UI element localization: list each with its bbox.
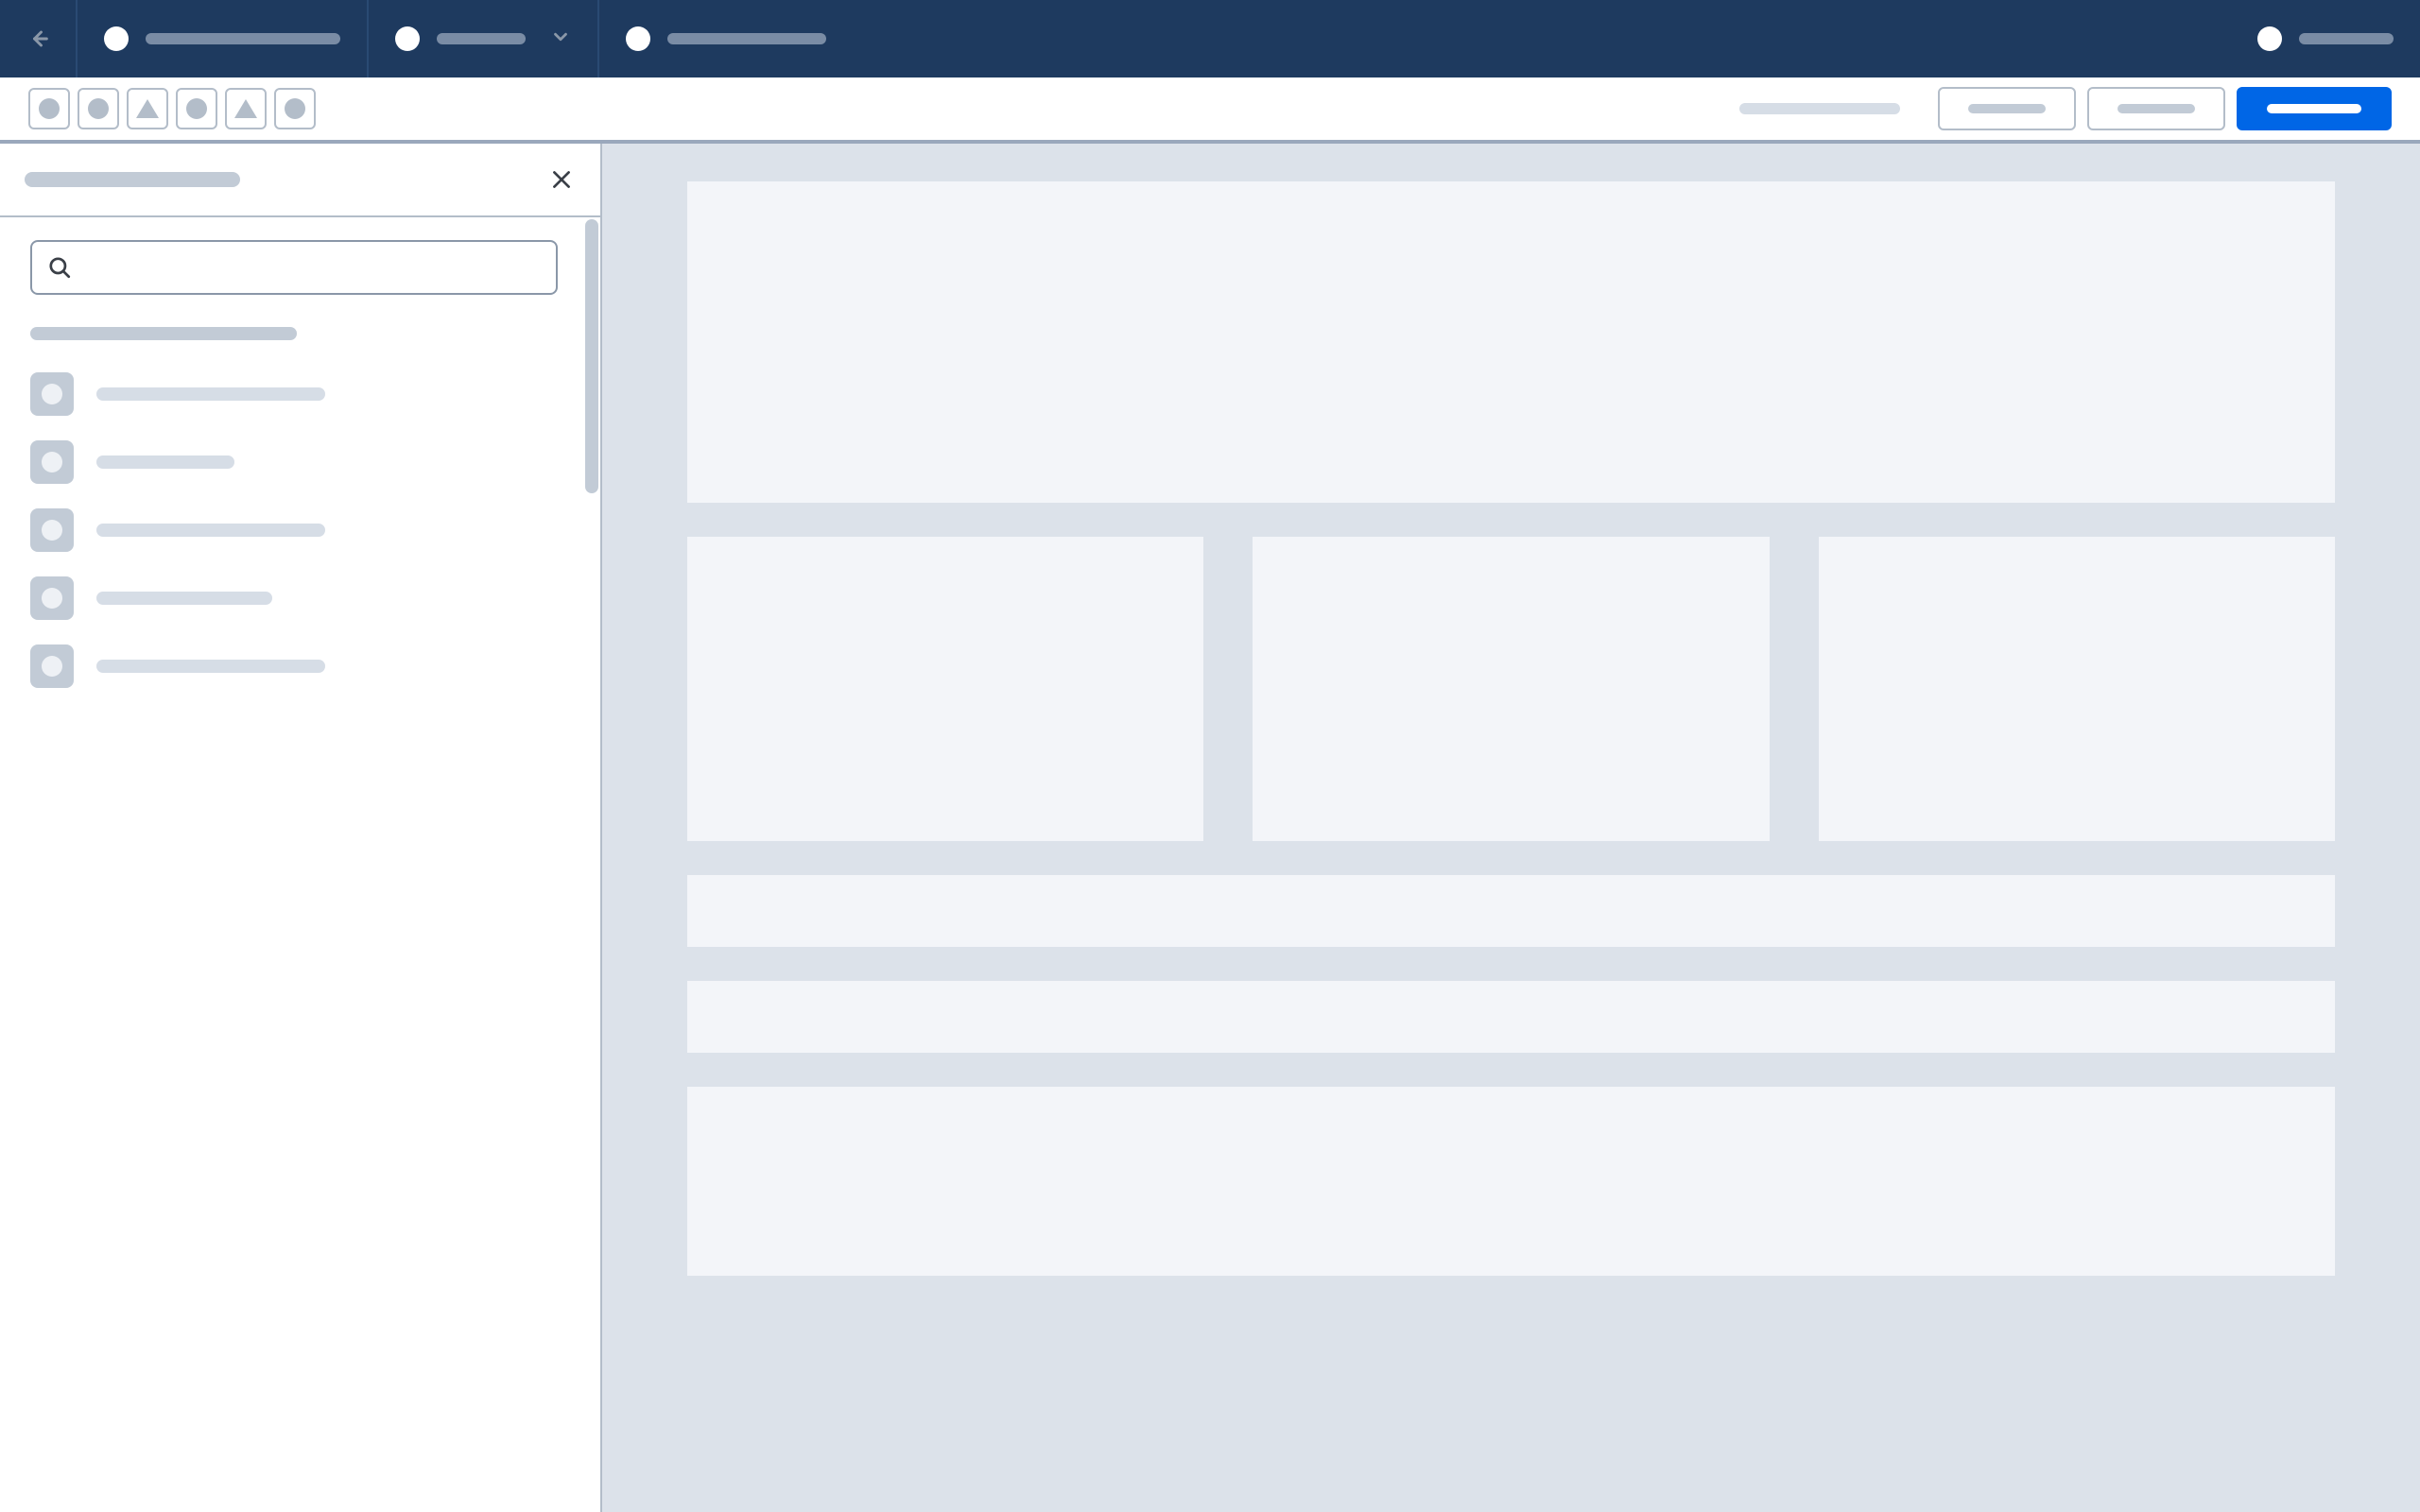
hero-card — [687, 181, 2335, 503]
toolbar-status-text — [1739, 103, 1900, 114]
list-item[interactable] — [30, 508, 570, 552]
toolbar — [0, 77, 2420, 144]
content-bar — [687, 981, 2335, 1053]
sidebar-content — [0, 217, 600, 1512]
list-item-label — [96, 592, 272, 605]
item-icon — [30, 644, 74, 688]
close-icon — [549, 167, 574, 192]
nav-item-label — [667, 33, 826, 44]
list-item-label — [96, 387, 325, 401]
section-label — [30, 327, 297, 340]
close-button[interactable] — [547, 165, 576, 194]
list-item[interactable] — [30, 372, 570, 416]
content-card — [687, 537, 1203, 841]
content-card-wide — [687, 1087, 2335, 1276]
list-item-label — [96, 524, 325, 537]
back-button[interactable] — [0, 0, 78, 77]
search-icon — [47, 255, 72, 280]
list-item-label — [96, 660, 325, 673]
nav-dot-icon — [104, 26, 129, 51]
nav-dot-icon — [626, 26, 650, 51]
item-icon — [30, 440, 74, 484]
nav-item-1[interactable] — [369, 0, 599, 77]
avatar-icon — [2257, 26, 2282, 51]
main-content — [602, 144, 2420, 1512]
toolbar-button-1[interactable] — [1938, 87, 2076, 130]
chevron-down-icon — [550, 26, 571, 52]
toolbar-button-2[interactable] — [2087, 87, 2225, 130]
nav-item-0[interactable] — [78, 0, 369, 77]
top-nav — [0, 0, 2420, 77]
search-box[interactable] — [30, 240, 558, 295]
circle-icon — [39, 98, 60, 119]
item-icon — [30, 576, 74, 620]
search-input[interactable] — [72, 254, 541, 281]
tool-button-0[interactable] — [28, 88, 70, 129]
nav-item-2[interactable] — [599, 0, 853, 77]
sidebar — [0, 144, 602, 1512]
list-item[interactable] — [30, 644, 570, 688]
nav-item-label — [146, 33, 340, 44]
nav-user-label — [2299, 33, 2394, 44]
content-card — [1253, 537, 1769, 841]
sidebar-title — [25, 172, 240, 187]
item-icon — [30, 508, 74, 552]
tool-button-2[interactable] — [127, 88, 168, 129]
tool-button-4[interactable] — [225, 88, 267, 129]
arrow-left-icon — [25, 26, 51, 52]
list-item-label — [96, 455, 234, 469]
item-icon — [30, 372, 74, 416]
circle-icon — [186, 98, 207, 119]
tool-button-3[interactable] — [176, 88, 217, 129]
card-row — [687, 537, 2335, 841]
list-item[interactable] — [30, 576, 570, 620]
sidebar-header — [0, 144, 600, 217]
content-bar — [687, 875, 2335, 947]
triangle-icon — [136, 99, 159, 118]
list-item[interactable] — [30, 440, 570, 484]
tool-button-5[interactable] — [274, 88, 316, 129]
circle-icon — [88, 98, 109, 119]
tool-button-1[interactable] — [78, 88, 119, 129]
circle-icon — [285, 98, 305, 119]
content-card — [1819, 537, 2335, 841]
toolbar-primary-button[interactable] — [2237, 87, 2392, 130]
triangle-icon — [234, 99, 257, 118]
nav-user[interactable] — [2231, 26, 2420, 51]
nav-dot-icon — [395, 26, 420, 51]
nav-item-label — [437, 33, 526, 44]
